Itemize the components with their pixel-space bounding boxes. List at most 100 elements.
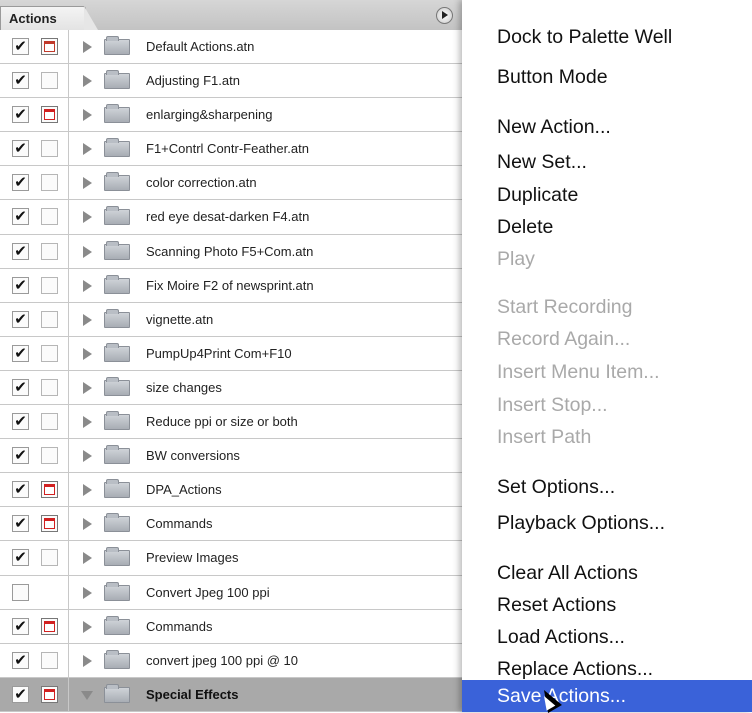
action-set-row[interactable]: ✔ DPA_Actions bbox=[0, 473, 466, 508]
toggle-dialog-icon[interactable] bbox=[41, 174, 58, 192]
toggle-dialog-icon[interactable] bbox=[41, 38, 58, 55]
toggle-dialog-icon[interactable] bbox=[41, 617, 58, 635]
menu-item[interactable]: New Set... bbox=[462, 145, 752, 179]
toggle-dialog-icon[interactable] bbox=[41, 276, 58, 294]
action-set-name: Convert Jpeg 100 ppi bbox=[146, 584, 270, 600]
toggle-dialog-icon[interactable] bbox=[41, 72, 58, 90]
action-set-row[interactable]: ✔ BW conversions bbox=[0, 439, 466, 474]
menu-item[interactable]: Delete bbox=[462, 210, 752, 244]
toggle-item-checkbox[interactable]: ✔ bbox=[12, 549, 29, 567]
menu-item[interactable]: Load Actions... bbox=[462, 620, 752, 654]
action-set-row[interactable]: ✔ Default Actions.atn bbox=[0, 30, 466, 65]
action-set-name: color correction.atn bbox=[146, 175, 257, 191]
toggle-dialog-icon[interactable] bbox=[41, 378, 58, 396]
action-set-row[interactable]: ✔ Commands bbox=[0, 507, 466, 542]
play-arrow-icon bbox=[442, 11, 448, 19]
toggle-item-checkbox[interactable]: ✔ bbox=[12, 276, 29, 294]
disclosure-closed-icon[interactable] bbox=[83, 177, 92, 190]
disclosure-closed-icon[interactable] bbox=[83, 313, 92, 326]
toggle-item-checkbox[interactable]: ✔ bbox=[12, 447, 29, 465]
toggle-dialog-icon[interactable] bbox=[41, 140, 58, 158]
disclosure-closed-icon[interactable] bbox=[83, 347, 92, 360]
disclosure-closed-icon[interactable] bbox=[83, 279, 92, 292]
toggle-item-checkbox[interactable]: ✔ bbox=[12, 651, 29, 669]
toggle-item-checkbox[interactable]: ✔ bbox=[12, 208, 29, 226]
toggle-dialog-icon[interactable] bbox=[41, 310, 58, 328]
action-set-row[interactable]: ✔ enlarging&sharpening bbox=[0, 98, 466, 133]
action-set-row[interactable]: ✔ PumpUp4Print Com+F10 bbox=[0, 336, 466, 371]
column-divider bbox=[68, 609, 69, 643]
action-set-row[interactable]: ✔ color correction.atn bbox=[0, 166, 466, 201]
disclosure-closed-icon[interactable] bbox=[83, 143, 92, 156]
disclosure-closed-icon[interactable] bbox=[83, 450, 92, 463]
toggle-item-checkbox[interactable]: ✔ bbox=[12, 106, 29, 124]
action-set-row[interactable]: ✔ vignette.atn bbox=[0, 302, 466, 337]
action-set-row[interactable]: ✔ Scanning Photo F5+Com.atn bbox=[0, 234, 466, 269]
disclosure-open-icon[interactable] bbox=[81, 690, 93, 700]
action-set-row[interactable]: ✔ Special Effects bbox=[0, 677, 466, 712]
action-set-row[interactable]: ✔ Commands bbox=[0, 609, 466, 644]
palette-menu-button[interactable] bbox=[436, 7, 453, 24]
disclosure-closed-icon[interactable] bbox=[83, 484, 92, 497]
toggle-dialog-icon[interactable] bbox=[41, 447, 58, 465]
toggle-item-checkbox[interactable]: ✔ bbox=[12, 515, 29, 533]
column-divider bbox=[68, 30, 69, 64]
disclosure-closed-icon[interactable] bbox=[83, 552, 92, 565]
toggle-item-checkbox[interactable]: ✔ bbox=[12, 378, 29, 396]
tab-actions[interactable]: Actions bbox=[0, 6, 86, 30]
menu-item[interactable]: Button Mode bbox=[462, 60, 752, 94]
menu-item[interactable]: Save Actions... bbox=[462, 680, 752, 712]
disclosure-closed-icon[interactable] bbox=[83, 416, 92, 429]
toggle-item-checkbox[interactable]: ✔ bbox=[12, 38, 29, 55]
disclosure-closed-icon[interactable] bbox=[83, 586, 92, 599]
toggle-item-checkbox[interactable]: ✔ bbox=[12, 140, 29, 158]
toggle-dialog-icon[interactable] bbox=[41, 651, 58, 669]
toggle-item-checkbox[interactable]: ✔ bbox=[12, 617, 29, 635]
menu-item[interactable]: Playback Options... bbox=[462, 506, 752, 540]
disclosure-closed-icon[interactable] bbox=[83, 620, 92, 633]
action-set-row[interactable]: ✔ red eye desat-darken F4.atn bbox=[0, 200, 466, 235]
menu-item[interactable]: Set Options... bbox=[462, 470, 752, 504]
menu-item[interactable]: Clear All Actions bbox=[462, 556, 752, 590]
menu-item[interactable]: Dock to Palette Well bbox=[462, 20, 752, 54]
toggle-dialog-icon[interactable] bbox=[41, 481, 58, 499]
toggle-item-checkbox[interactable]: ✔ bbox=[12, 174, 29, 192]
toggle-item-checkbox[interactable]: ✔ bbox=[12, 685, 29, 703]
action-set-row[interactable]: ✔ Reduce ppi or size or both bbox=[0, 405, 466, 440]
toggle-dialog-empty[interactable] bbox=[41, 584, 58, 601]
disclosure-closed-icon[interactable] bbox=[83, 381, 92, 394]
disclosure-closed-icon[interactable] bbox=[83, 109, 92, 122]
toggle-item-checkbox[interactable]: ✔ bbox=[12, 242, 29, 260]
action-set-row[interactable]: ✔ size changes bbox=[0, 370, 466, 406]
menu-item[interactable]: New Action... bbox=[462, 110, 752, 144]
toggle-item-checkbox[interactable]: ✔ bbox=[12, 72, 29, 90]
disclosure-closed-icon[interactable] bbox=[83, 518, 92, 531]
menu-item[interactable]: Duplicate bbox=[462, 178, 752, 212]
disclosure-closed-icon[interactable] bbox=[83, 211, 92, 224]
toggle-item-checkbox[interactable]: ✔ bbox=[12, 413, 29, 431]
action-set-row[interactable]: ✔ convert jpeg 100 ppi @ 10 bbox=[0, 643, 466, 678]
toggle-dialog-icon[interactable] bbox=[41, 242, 58, 260]
toggle-dialog-icon[interactable] bbox=[41, 208, 58, 226]
action-set-row[interactable]: ✔ Adjusting F1.atn bbox=[0, 64, 466, 99]
toggle-dialog-icon[interactable] bbox=[41, 515, 58, 533]
disclosure-closed-icon[interactable] bbox=[83, 41, 92, 53]
disclosure-closed-icon[interactable] bbox=[83, 654, 92, 667]
toggle-dialog-icon[interactable] bbox=[41, 413, 58, 431]
action-set-row[interactable]: ✔ F1+Contrl Contr-Feather.atn bbox=[0, 132, 466, 167]
menu-item[interactable]: Reset Actions bbox=[462, 588, 752, 622]
toggle-item-checkbox[interactable] bbox=[12, 583, 29, 601]
toggle-item-checkbox[interactable]: ✔ bbox=[12, 310, 29, 328]
toggle-dialog-icon[interactable] bbox=[41, 685, 58, 703]
column-divider bbox=[68, 507, 69, 541]
toggle-dialog-icon[interactable] bbox=[41, 549, 58, 567]
toggle-dialog-icon[interactable] bbox=[41, 106, 58, 124]
action-set-row[interactable]: ✔ Fix Moire F2 of newsprint.atn bbox=[0, 268, 466, 303]
disclosure-closed-icon[interactable] bbox=[83, 245, 92, 258]
disclosure-closed-icon[interactable] bbox=[83, 75, 92, 88]
action-set-row[interactable]: Convert Jpeg 100 ppi bbox=[0, 575, 466, 610]
action-set-row[interactable]: ✔ Preview Images bbox=[0, 541, 466, 576]
toggle-dialog-icon[interactable] bbox=[41, 344, 58, 362]
toggle-item-checkbox[interactable]: ✔ bbox=[12, 481, 29, 499]
toggle-item-checkbox[interactable]: ✔ bbox=[12, 344, 29, 362]
